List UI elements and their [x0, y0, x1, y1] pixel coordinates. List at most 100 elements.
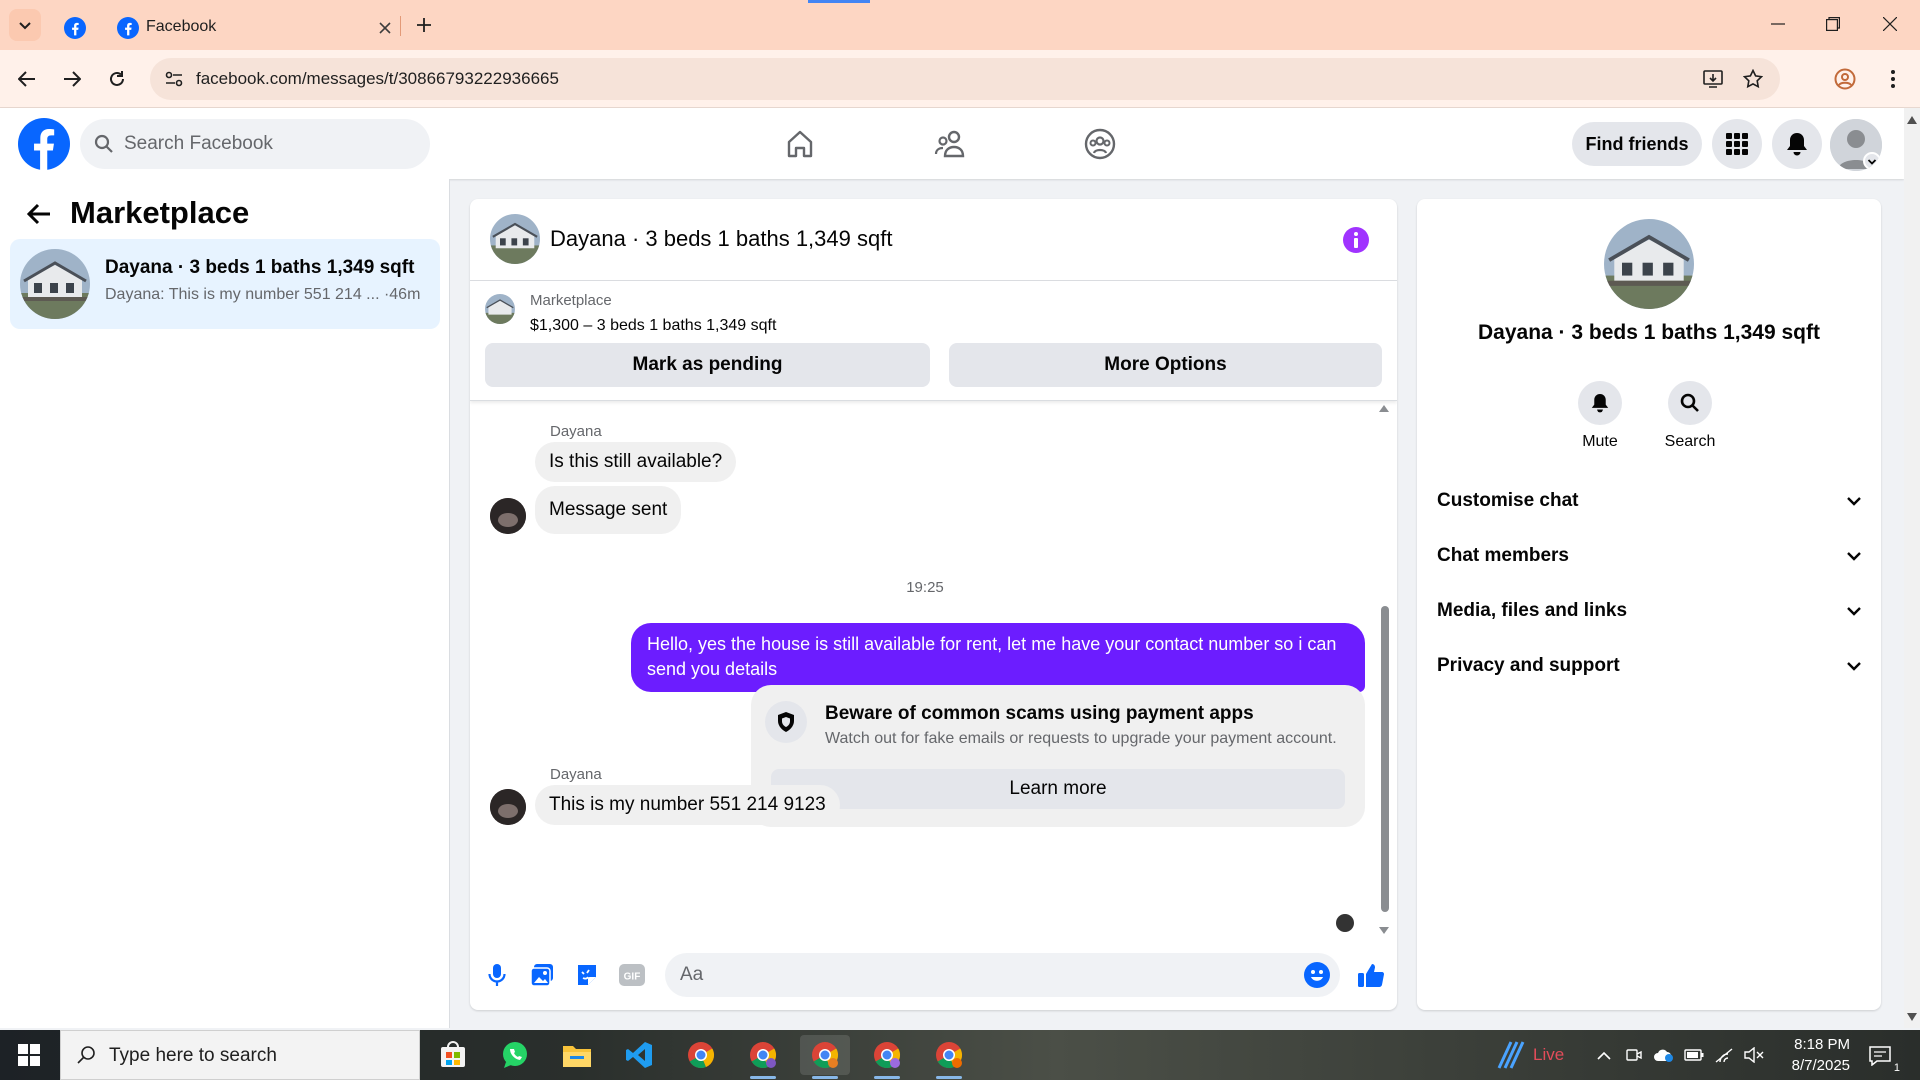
- install-icon[interactable]: [1698, 64, 1728, 94]
- whatsapp-icon[interactable]: [490, 1035, 540, 1075]
- cricket-icon: [1497, 1041, 1525, 1069]
- sender-name: Dayana: [550, 423, 602, 440]
- mic-icon[interactable]: [480, 958, 514, 992]
- chrome-icon[interactable]: [924, 1035, 974, 1079]
- search-in-chat-button[interactable]: Search: [1650, 381, 1730, 461]
- chrome-icon[interactable]: [676, 1035, 726, 1075]
- address-bar[interactable]: facebook.com/messages/t/3086679322293666…: [150, 58, 1780, 100]
- notification-icon[interactable]: 1: [1866, 1042, 1900, 1074]
- listing-thumbnail[interactable]: [1604, 219, 1694, 309]
- home-icon[interactable]: [740, 116, 860, 172]
- mark-as-pending-button[interactable]: Mark as pending: [485, 343, 930, 387]
- emoji-icon[interactable]: [1303, 961, 1331, 989]
- pinned-tab-facebook[interactable]: [50, 6, 100, 50]
- scam-warning-description: Watch out for fake emails or requests to…: [825, 730, 1337, 747]
- system-clock[interactable]: 8:18 PM 8/7/2025: [1760, 1034, 1850, 1076]
- find-friends-button[interactable]: Find friends: [1572, 122, 1702, 166]
- chrome-icon[interactable]: [800, 1035, 850, 1079]
- friends-icon[interactable]: [890, 116, 1010, 172]
- conversation-preview: Dayana: This is my number 551 214 ... ·4…: [105, 286, 421, 303]
- media-files-links-section[interactable]: Media, files and links: [1437, 586, 1867, 636]
- more-options-button[interactable]: More Options: [949, 343, 1382, 387]
- facebook-search-input[interactable]: Search Facebook: [80, 119, 430, 169]
- learn-more-button[interactable]: Learn more: [771, 769, 1345, 809]
- photo-icon[interactable]: [525, 958, 559, 992]
- tab-search-icon[interactable]: [9, 9, 41, 41]
- like-icon[interactable]: [1354, 958, 1388, 992]
- chat-members-section[interactable]: Chat members: [1437, 531, 1867, 581]
- avatar[interactable]: [1830, 119, 1882, 171]
- message-bubble-outgoing[interactable]: Hello, yes the house is still available …: [631, 623, 1365, 692]
- chat-title[interactable]: Dayana · 3 beds 1 baths 1,349 sqft: [550, 226, 892, 252]
- back-arrow-icon[interactable]: [22, 197, 56, 231]
- listing-thumbnail[interactable]: [490, 214, 540, 264]
- avatar[interactable]: [490, 498, 526, 534]
- message-input[interactable]: Aa: [665, 953, 1340, 997]
- browser-tab-strip: Facebook: [0, 0, 1920, 50]
- profile-icon[interactable]: [1828, 62, 1862, 96]
- apps-grid-icon[interactable]: [1712, 119, 1762, 169]
- facebook-header: Search Facebook Find friends: [0, 108, 1904, 179]
- store-icon[interactable]: [428, 1035, 478, 1075]
- menu-dots-icon[interactable]: [1876, 62, 1910, 96]
- live-weather-widget[interactable]: Live: [1495, 1040, 1575, 1070]
- wifi-icon[interactable]: [1712, 1043, 1736, 1067]
- listing-detail: $1,300 – 3 beds 1 baths 1,349 sqft: [530, 317, 777, 334]
- battery-icon[interactable]: [1682, 1043, 1706, 1067]
- section-label: Customise chat: [1437, 490, 1579, 511]
- window-close-icon[interactable]: [1868, 4, 1912, 44]
- file-explorer-icon[interactable]: [552, 1035, 602, 1075]
- minimize-icon[interactable]: [1756, 4, 1800, 44]
- chat-scrollbar-thumb[interactable]: [1381, 606, 1389, 912]
- live-label: Live: [1533, 1045, 1565, 1064]
- chevron-up-icon[interactable]: [1592, 1043, 1616, 1067]
- chat-panel: Dayana · 3 beds 1 baths 1,349 sqft Marke…: [470, 199, 1397, 1010]
- search-icon: [77, 1046, 95, 1064]
- windows-taskbar: Type here to search Live 8:18 PM 8/7/202…: [0, 1030, 1920, 1080]
- onedrive-icon[interactable]: [1652, 1043, 1676, 1067]
- taskbar-search-input[interactable]: Type here to search: [60, 1030, 420, 1080]
- clock-time: 8:18 PM: [1794, 1036, 1850, 1053]
- tab-facebook[interactable]: Facebook: [100, 6, 400, 50]
- bookmark-star-icon[interactable]: [1738, 64, 1768, 94]
- mute-button[interactable]: Mute: [1560, 381, 1640, 461]
- facebook-logo[interactable]: [18, 118, 70, 170]
- tab-title: Facebook: [146, 18, 217, 35]
- chat-header: Dayana · 3 beds 1 baths 1,349 sqft: [470, 199, 1397, 281]
- avatar[interactable]: [490, 789, 526, 825]
- chrome-icon[interactable]: [738, 1035, 788, 1079]
- sender-name: Dayana: [550, 766, 602, 783]
- page-scrollbar[interactable]: [1904, 108, 1920, 1028]
- message-bubble-incoming[interactable]: This is my number 551 214 9123: [535, 785, 840, 825]
- maximize-icon[interactable]: [1811, 4, 1855, 44]
- search-icon: [94, 134, 114, 154]
- site-info-icon[interactable]: [158, 63, 190, 95]
- chrome-icon[interactable]: [862, 1035, 912, 1079]
- message-input-placeholder: Aa: [680, 964, 704, 985]
- reload-icon[interactable]: [100, 62, 134, 96]
- url-text[interactable]: facebook.com/messages/t/3086679322293666…: [196, 69, 559, 89]
- running-indicator: [812, 1076, 838, 1079]
- forward-icon[interactable]: [55, 62, 89, 96]
- windows-icon[interactable]: [0, 1030, 58, 1080]
- running-indicator: [750, 1076, 776, 1079]
- privacy-support-section[interactable]: Privacy and support: [1437, 641, 1867, 691]
- groups-icon[interactable]: [1040, 116, 1160, 172]
- page-title: Marketplace: [70, 195, 250, 230]
- info-icon[interactable]: [1342, 226, 1370, 254]
- sticker-icon[interactable]: [570, 958, 604, 992]
- message-bubble-incoming[interactable]: Message sent: [535, 486, 682, 534]
- message-bubble-incoming[interactable]: Is this still available?: [535, 442, 737, 482]
- meet-icon[interactable]: [1622, 1043, 1646, 1067]
- back-icon[interactable]: [10, 62, 44, 96]
- chevron-down-icon: [1841, 653, 1867, 679]
- conversation-item[interactable]: Dayana · 3 beds 1 baths 1,349 sqft Dayan…: [10, 239, 440, 329]
- customise-chat-section[interactable]: Customise chat: [1437, 476, 1867, 526]
- vscode-icon[interactable]: [614, 1035, 664, 1075]
- bell-icon[interactable]: [1772, 119, 1822, 169]
- close-icon[interactable]: [370, 13, 400, 43]
- plus-icon[interactable]: [408, 9, 440, 41]
- gif-icon[interactable]: GIF: [615, 958, 649, 992]
- mute-label: Mute: [1582, 433, 1618, 450]
- section-label: Chat members: [1437, 545, 1569, 566]
